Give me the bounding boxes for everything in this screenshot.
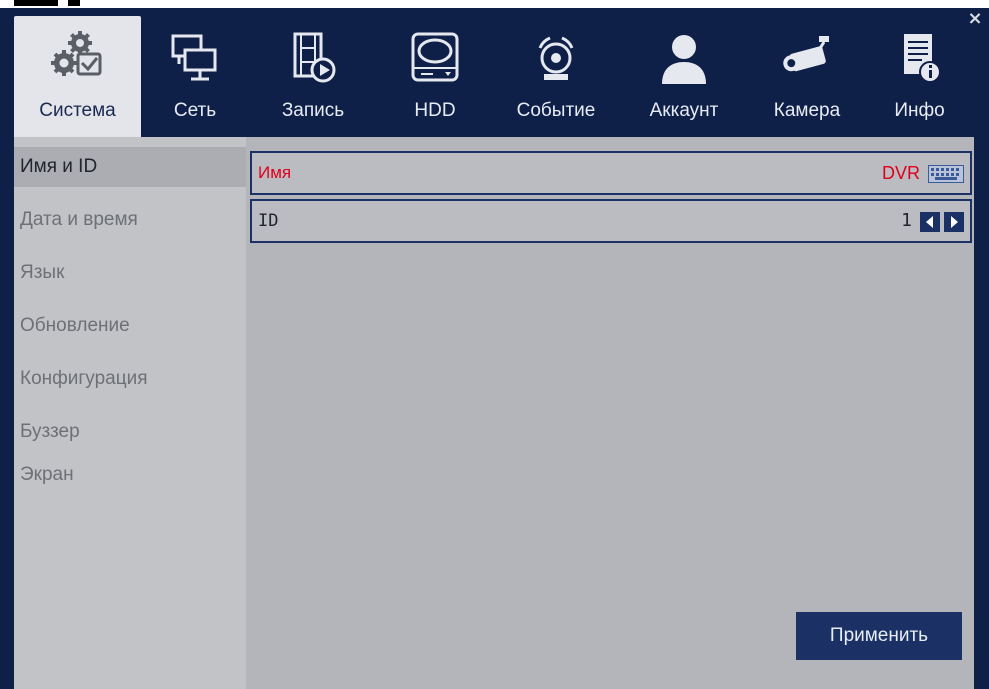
- sidebar-item-screen[interactable]: Экран: [14, 455, 246, 495]
- sidebar-item-configuration[interactable]: Конфигурация: [14, 359, 246, 399]
- keyboard-icon[interactable]: [928, 165, 964, 183]
- tab-label: Камера: [773, 100, 841, 121]
- name-field-row[interactable]: Имя DVR: [250, 151, 972, 195]
- logo-fragment: [68, 0, 80, 6]
- tab-network[interactable]: Сеть: [141, 16, 249, 137]
- tab-label: Запись: [281, 100, 345, 121]
- settings-window: × Система Сеть Запись HDD Событие Аккаун…: [0, 8, 989, 689]
- main-panel: Имя DVR ID 1: [246, 137, 974, 689]
- id-field-label: ID: [258, 211, 279, 231]
- tab-event[interactable]: Событие: [493, 16, 619, 137]
- tab-bar: Система Сеть Запись HDD Событие Аккаунт …: [14, 16, 974, 137]
- name-field-value[interactable]: DVR: [882, 153, 920, 193]
- hdd-icon: [407, 30, 463, 86]
- document-info-icon: [892, 30, 948, 86]
- tab-label: Сеть: [173, 100, 217, 121]
- camera-icon: [779, 30, 835, 86]
- tab-label: Инфо: [894, 100, 945, 121]
- alarm-event-icon: [528, 30, 584, 86]
- arrow-left-icon: [926, 216, 933, 228]
- tab-hdd[interactable]: HDD: [377, 16, 493, 137]
- tab-account[interactable]: Аккаунт: [619, 16, 749, 137]
- sidebar-item-update[interactable]: Обновление: [14, 306, 246, 346]
- tab-label: Система: [39, 100, 116, 121]
- tab-label: Событие: [516, 100, 596, 121]
- user-account-icon: [656, 30, 712, 86]
- sidebar-item-language[interactable]: Язык: [14, 253, 246, 293]
- record-film-icon: [285, 30, 341, 86]
- sidebar-item-name-id[interactable]: Имя и ID: [14, 147, 246, 187]
- id-field-value: 1: [901, 210, 912, 231]
- settings-check-icon: [50, 30, 106, 86]
- tab-label: Аккаунт: [649, 100, 719, 121]
- tab-camera[interactable]: Камера: [749, 16, 865, 137]
- id-field-row[interactable]: ID 1: [250, 199, 972, 243]
- id-increment-button[interactable]: [944, 212, 964, 232]
- sidebar: Имя и ID Дата и время Язык Обновление Ко…: [14, 137, 246, 689]
- tab-label: HDD: [414, 100, 456, 121]
- tab-info[interactable]: Инфо: [865, 16, 974, 137]
- network-monitors-icon: [167, 30, 223, 86]
- apply-button[interactable]: Применить: [796, 612, 962, 660]
- logo-fragment: [14, 0, 58, 6]
- sidebar-item-buzzer[interactable]: Буззер: [14, 412, 246, 452]
- tab-system[interactable]: Система: [14, 16, 141, 137]
- top-strip: [0, 0, 989, 8]
- content-area: Имя и ID Дата и время Язык Обновление Ко…: [14, 137, 974, 689]
- arrow-right-icon: [951, 216, 958, 228]
- id-decrement-button[interactable]: [920, 212, 940, 232]
- name-field-label: Имя: [258, 163, 292, 182]
- sidebar-item-date-time[interactable]: Дата и время: [14, 200, 246, 240]
- tab-record[interactable]: Запись: [249, 16, 377, 137]
